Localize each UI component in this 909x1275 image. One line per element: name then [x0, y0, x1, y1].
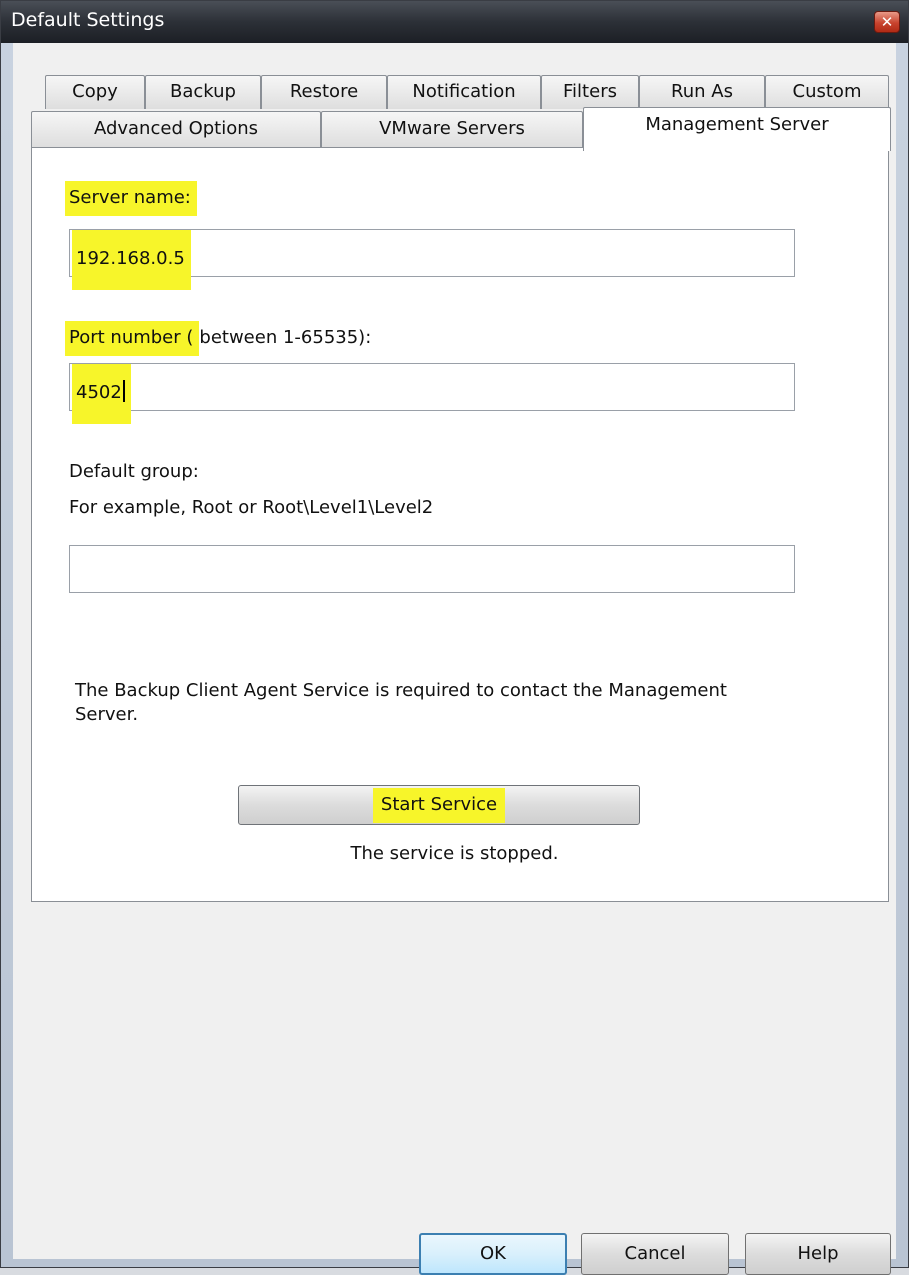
tab-filters[interactable]: Filters — [541, 75, 639, 109]
default-group-example: For example, Root or Root\Level1\Level2 — [69, 497, 434, 518]
start-service-button[interactable]: Start Service — [238, 785, 640, 825]
service-status-text: The service is stopped. — [350, 843, 559, 864]
tab-restore[interactable]: Restore — [261, 75, 387, 109]
default-group-field[interactable] — [69, 545, 795, 593]
tab-vmware-servers[interactable]: VMware Servers — [321, 111, 583, 147]
port-label-rest: between 1-65535): — [199, 327, 372, 348]
dialog-client-area: Copy Backup Restore Notification Filters… — [13, 43, 896, 1275]
tab-run-as[interactable]: Run As — [639, 75, 765, 109]
port-number-value: 4502 — [72, 364, 131, 424]
server-name-field[interactable]: 192.168.0.5 — [69, 229, 795, 290]
tab-backup[interactable]: Backup — [145, 75, 261, 109]
window-title: Default Settings — [11, 9, 165, 31]
server-name-label: Server name: — [65, 181, 197, 216]
tab-custom[interactable]: Custom — [765, 75, 889, 109]
start-service-label: Start Service — [372, 788, 506, 823]
cancel-button[interactable]: Cancel — [581, 1233, 729, 1275]
title-bar[interactable]: Default Settings ✕ — [1, 1, 908, 43]
tab-advanced-options[interactable]: Advanced Options — [31, 111, 321, 147]
tab-copy[interactable]: Copy — [45, 75, 145, 109]
dialog-window: Default Settings ✕ Copy Backup Restore N… — [0, 0, 909, 1275]
service-info-text: The Backup Client Agent Service is requi… — [75, 680, 727, 725]
server-name-label-text: Server name: — [65, 181, 197, 216]
port-number-label: Port number (between 1-65535): — [65, 321, 372, 356]
text-caret — [122, 380, 125, 402]
ok-button[interactable]: OK — [419, 1233, 567, 1275]
close-icon[interactable]: ✕ — [874, 11, 900, 33]
tab-management-server[interactable]: Management Server — [583, 107, 891, 151]
tab-notification[interactable]: Notification — [387, 75, 541, 109]
default-group-label: Default group: — [69, 461, 199, 482]
server-name-value: 192.168.0.5 — [72, 230, 191, 290]
port-number-field[interactable]: 4502 — [69, 363, 795, 424]
help-button[interactable]: Help — [745, 1233, 891, 1275]
port-label-highlight: Port number ( — [65, 321, 200, 356]
